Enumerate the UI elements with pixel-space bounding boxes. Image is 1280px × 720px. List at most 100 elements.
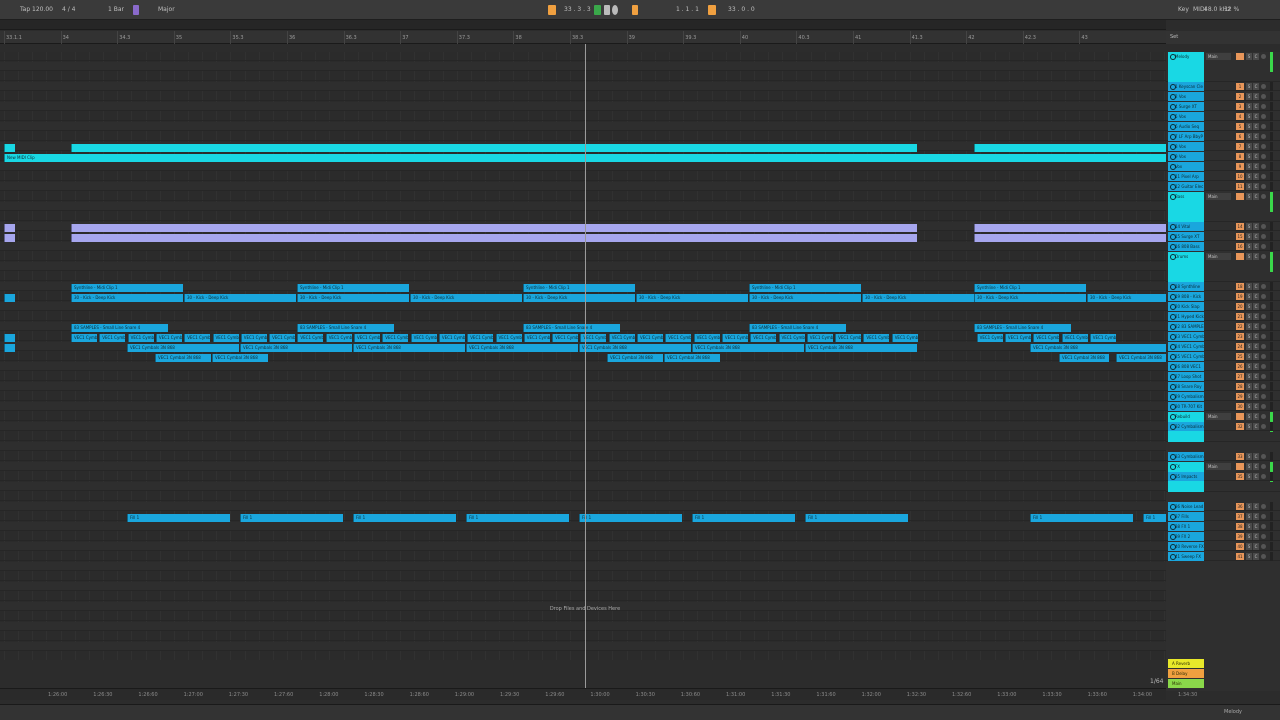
solo-button[interactable]: S (1246, 183, 1252, 190)
clip[interactable] (974, 144, 1166, 152)
track-activator[interactable]: 38 (1236, 523, 1244, 530)
track-name[interactable]: 19 808 - Kick (1168, 292, 1204, 301)
stop-button[interactable] (604, 5, 610, 15)
clip[interactable] (4, 144, 15, 152)
track-lane[interactable] (0, 582, 1166, 591)
track-name[interactable]: 28 Snare Roy (1168, 382, 1204, 391)
mute-button[interactable]: C (1253, 463, 1259, 470)
solo-button[interactable]: S (1246, 223, 1252, 230)
group-input-menu[interactable]: Main (1206, 53, 1231, 60)
clip[interactable]: 30 - Kick - Deep Kick (749, 294, 861, 302)
clip[interactable]: 30 - Kick - Deep Kick (71, 294, 183, 302)
track-lane[interactable] (0, 572, 1166, 581)
clip[interactable]: Fill 1 (1143, 514, 1166, 522)
arm-button[interactable] (1261, 324, 1266, 329)
track-header[interactable]: 24 VEC1 Cymb 24 S C (1166, 342, 1280, 351)
clip[interactable]: VEC1 Cymbal (608, 334, 635, 342)
beat-ruler[interactable]: 33.1.1 34 34.3 35 35.3 36 36.3 37 37.3 38 38.3 39 39… (0, 31, 1166, 44)
clip[interactable]: 30 - Kick - Deep Kick (862, 294, 974, 302)
arm-button[interactable] (1261, 454, 1266, 459)
arm-button[interactable] (1261, 164, 1266, 169)
clip[interactable]: VEC1 Cymbal 3N 868 (1059, 354, 1109, 362)
track-lane[interactable] (0, 272, 1166, 281)
clip[interactable]: VEC1 Cymbal 3N 868 (664, 354, 720, 362)
track-header[interactable]: 7 LF Arp BbyP 6 S C (1166, 132, 1280, 141)
mute-button[interactable]: C (1253, 503, 1259, 510)
track-header[interactable]: 32 Cymbalism 32 S C (1166, 422, 1280, 431)
track-name[interactable]: 39 FX 2 (1168, 532, 1204, 541)
clip[interactable]: VEC1 Cymbal (410, 334, 437, 342)
solo-button[interactable]: S (1246, 553, 1252, 560)
solo-button[interactable]: S (1246, 143, 1252, 150)
track-lane[interactable] (0, 242, 1166, 251)
mute-button[interactable]: C (1253, 123, 1259, 130)
solo-button[interactable]: S (1246, 523, 1252, 530)
track-activator[interactable]: 29 (1236, 393, 1244, 400)
solo-button[interactable]: S (1246, 543, 1252, 550)
clip[interactable]: VEC1 Cymbal (155, 334, 182, 342)
track-activator[interactable]: 2 (1236, 93, 1244, 100)
track-activator[interactable]: 36 (1236, 503, 1244, 510)
solo-button[interactable]: S (1246, 303, 1252, 310)
clip[interactable]: Fill 1 (466, 514, 569, 522)
group-input-menu[interactable]: Main (1206, 253, 1231, 260)
mute-button[interactable]: C (1253, 133, 1259, 140)
clip[interactable]: 30 - Kick - Deep Kick (636, 294, 748, 302)
track-name[interactable]: 32 Cymbalism (1168, 422, 1204, 431)
clip[interactable]: Fill 1 (353, 514, 456, 522)
mute-button[interactable]: C (1253, 383, 1259, 390)
clip[interactable] (71, 224, 917, 232)
time-signature[interactable]: 4 / 4 (62, 0, 75, 20)
track-activator[interactable]: 25 (1236, 353, 1244, 360)
loop-length[interactable]: 33 . 0 . 0 (728, 0, 755, 20)
track-lane[interactable] (0, 392, 1166, 401)
arm-button[interactable] (1261, 384, 1266, 389)
solo-button[interactable]: S (1246, 253, 1252, 260)
track-name[interactable]: 7 LF Arp BbyP (1168, 132, 1204, 141)
solo-button[interactable]: S (1246, 353, 1252, 360)
return-track-1[interactable]: A Reverb (1168, 659, 1204, 668)
clip[interactable]: VEC1 Cymbal (665, 334, 692, 342)
track-header[interactable]: 4 Surge XT 3 S C (1166, 102, 1280, 111)
clip[interactable]: VEC1 Cymbal (806, 334, 833, 342)
track-lane[interactable] (0, 612, 1166, 621)
clip[interactable] (4, 334, 15, 342)
mute-button[interactable]: C (1253, 243, 1259, 250)
clip[interactable]: 30 - Kick - Deep Kick (184, 294, 296, 302)
group-track-header[interactable]: Bass Main S C (1166, 192, 1280, 222)
solo-button[interactable]: S (1246, 173, 1252, 180)
track-header[interactable]: 11 Pixel Arp 10 S C (1166, 172, 1280, 181)
arm-button[interactable] (1261, 374, 1266, 379)
arm-button[interactable] (1261, 94, 1266, 99)
track-lane[interactable] (0, 492, 1166, 501)
track-name[interactable]: 24 VEC1 Cymb (1168, 342, 1204, 351)
track-header[interactable]: 23 VEC1 Cymb 23 S C (1166, 332, 1280, 341)
arm-button[interactable] (1261, 414, 1266, 419)
clip[interactable]: VEC1 Cymbal (354, 334, 380, 342)
solo-button[interactable]: S (1246, 283, 1252, 290)
track-lane[interactable] (0, 182, 1166, 191)
track-lane[interactable] (0, 552, 1166, 561)
clip[interactable] (71, 234, 917, 242)
solo-button[interactable]: S (1246, 293, 1252, 300)
mute-button[interactable]: C (1253, 523, 1259, 530)
track-header[interactable]: 41 Sweep FX 41 S C (1166, 552, 1280, 561)
clip[interactable]: VEC1 Cymbal (976, 334, 1003, 342)
group-input-menu[interactable]: Main (1206, 193, 1231, 200)
solo-button[interactable]: S (1246, 113, 1252, 120)
track-header[interactable]: 28 Snare Roy 28 S C (1166, 382, 1280, 391)
solo-button[interactable]: S (1246, 383, 1252, 390)
track-name[interactable]: 36 Noise Lead (1168, 502, 1204, 511)
mute-button[interactable]: C (1253, 533, 1259, 540)
clip[interactable]: VEC1 Cymbal (127, 334, 154, 342)
track-activator[interactable] (1236, 53, 1244, 60)
mute-button[interactable]: C (1253, 513, 1259, 520)
track-header[interactable]: 25 VEC1 Cymb 25 S C (1166, 352, 1280, 361)
scale-menu[interactable]: Major (158, 0, 175, 20)
track-name[interactable]: 38 FX 1 (1168, 522, 1204, 531)
track-lane[interactable] (0, 112, 1166, 121)
track-activator[interactable]: 33 (1236, 453, 1244, 460)
track-header[interactable]: 19 808 - Kick 19 S C (1166, 292, 1280, 301)
track-activator[interactable]: 15 (1236, 233, 1244, 240)
track-name[interactable]: 1 Keyscan Cle (1168, 82, 1204, 91)
